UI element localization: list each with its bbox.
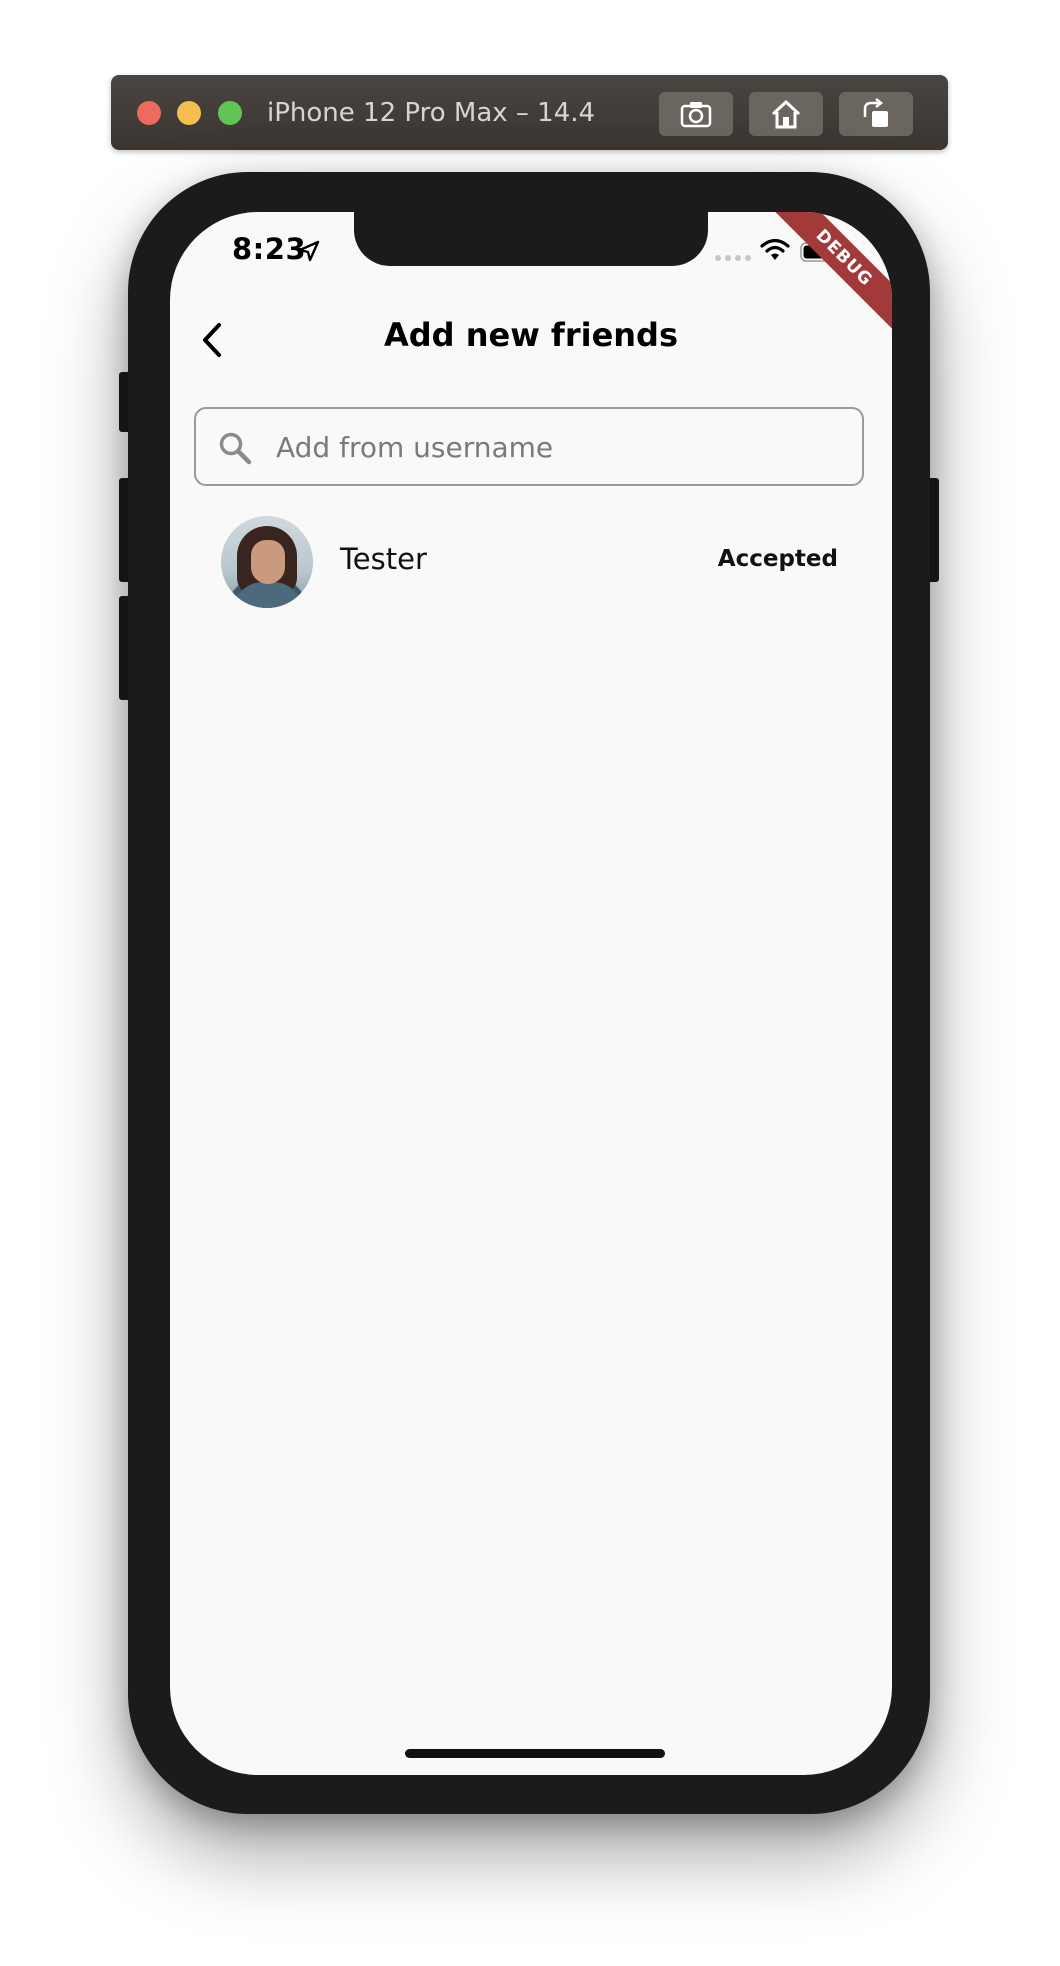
phone-screen: 8:23 DEBUG Add new friends Add from user…	[170, 212, 892, 1775]
status-time: 8:23	[232, 232, 307, 266]
screenshot-button[interactable]	[659, 92, 733, 136]
simulator-title: iPhone 12 Pro Max – 14.4	[267, 98, 596, 128]
wifi-icon	[760, 238, 790, 260]
friend-name: Tester	[340, 542, 427, 576]
search-field[interactable]	[194, 407, 864, 486]
avatar	[221, 516, 313, 608]
notch	[354, 212, 708, 266]
close-window-button[interactable]	[137, 101, 161, 125]
search-input[interactable]	[274, 409, 838, 486]
search-icon	[219, 432, 252, 465]
home-button[interactable]	[749, 92, 823, 136]
rotate-icon	[863, 98, 888, 127]
cellular-signal-icon	[715, 255, 751, 261]
list-item[interactable]: Tester Accepted	[218, 514, 848, 610]
location-arrow-icon	[298, 240, 320, 262]
home-icon	[771, 100, 801, 129]
simulator-title-bar: iPhone 12 Pro Max – 14.4	[111, 75, 948, 150]
rotate-button[interactable]	[839, 92, 913, 136]
page-title: Add new friends	[383, 316, 678, 354]
zoom-window-button[interactable]	[218, 101, 242, 125]
friend-status-button[interactable]: Accepted	[718, 546, 838, 572]
camera-icon	[680, 102, 712, 128]
home-indicator[interactable]	[405, 1749, 665, 1758]
minimize-window-button[interactable]	[177, 101, 201, 125]
